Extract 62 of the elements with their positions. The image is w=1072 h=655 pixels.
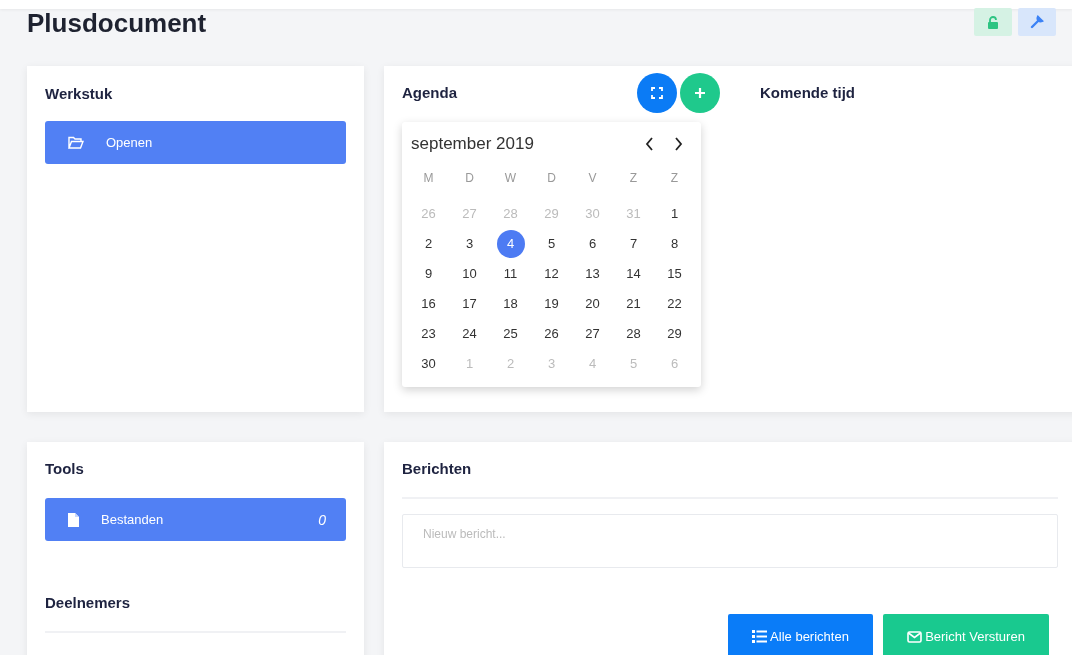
calendar-day[interactable]: 16: [414, 290, 443, 318]
calendar-day[interactable]: 19: [537, 290, 566, 318]
calendar-day[interactable]: 20: [578, 290, 607, 318]
open-button[interactable]: Openen: [45, 121, 346, 164]
section-title: Tools: [45, 461, 85, 477]
section-title: Werkstuk: [45, 86, 114, 102]
settings-button[interactable]: [1018, 8, 1056, 36]
lock-icon: [987, 15, 999, 29]
weekday-label: Z: [629, 170, 638, 187]
calendar-day[interactable]: 8: [660, 230, 689, 258]
add-button[interactable]: [680, 73, 720, 113]
calendar-day[interactable]: 23: [414, 320, 443, 348]
plus-icon: [694, 87, 706, 99]
section-title: Agenda: [402, 85, 458, 101]
calendar-day[interactable]: 21: [619, 290, 648, 318]
files-button[interactable]: Bestanden 0: [45, 498, 346, 541]
calendar-day[interactable]: 1: [660, 200, 689, 228]
file-icon: [68, 512, 79, 527]
calendar-day[interactable]: 26: [537, 320, 566, 348]
calendar-day[interactable]: 28: [619, 320, 648, 348]
calendar-day[interactable]: 18: [496, 290, 525, 318]
calendar-day[interactable]: 11: [496, 260, 525, 288]
calendar-day[interactable]: 29: [660, 320, 689, 348]
list-icon: [752, 630, 768, 643]
chevron-left-icon: [645, 137, 654, 151]
section-title: Deelnemers: [45, 595, 132, 611]
calendar-day[interactable]: 3: [455, 230, 484, 258]
expand-icon: [651, 87, 663, 99]
weekday-label: D: [465, 170, 474, 187]
calendar-day[interactable]: 30: [414, 350, 443, 378]
folder-icon: [68, 136, 84, 149]
calendar-day[interactable]: 25: [496, 320, 525, 348]
calendar-day[interactable]: 22: [660, 290, 689, 318]
all-messages-button[interactable]: Alle berichten: [728, 614, 873, 655]
calendar-day[interactable]: 10: [455, 260, 484, 288]
page-title: Plusdocument: [27, 9, 208, 37]
expand-button[interactable]: [637, 73, 677, 113]
calendar-day[interactable]: 2: [414, 230, 443, 258]
calendar-day[interactable]: 9: [414, 260, 443, 288]
calendar-day[interactable]: 13: [578, 260, 607, 288]
calendar-day[interactable]: 17: [455, 290, 484, 318]
weekday-label: Z: [670, 170, 679, 187]
section-title: Komende tijd: [760, 85, 855, 101]
month-title: september 2019: [411, 134, 535, 154]
calendar-day[interactable]: 4: [496, 230, 525, 258]
calendar-day[interactable]: 12: [537, 260, 566, 288]
wrench-icon: [1030, 15, 1044, 29]
calendar-day[interactable]: 14: [619, 260, 648, 288]
section-title: Berichten: [402, 461, 473, 477]
chevron-right-icon: [674, 137, 683, 151]
weekday-label: D: [547, 170, 556, 187]
calendar-day[interactable]: 7: [619, 230, 648, 258]
calendar-day[interactable]: 6: [578, 230, 607, 258]
calendar-day[interactable]: 27: [578, 320, 607, 348]
weekday-label: W: [504, 170, 517, 187]
weekday-label: V: [588, 170, 597, 187]
calendar-day[interactable]: 5: [537, 230, 566, 258]
calendar-day[interactable]: 24: [455, 320, 484, 348]
calendar-day[interactable]: 15: [660, 260, 689, 288]
envelope-icon: [907, 630, 923, 643]
weekday-label: M: [423, 170, 434, 187]
message-field[interactable]: Nieuw bericht...: [402, 514, 1058, 568]
